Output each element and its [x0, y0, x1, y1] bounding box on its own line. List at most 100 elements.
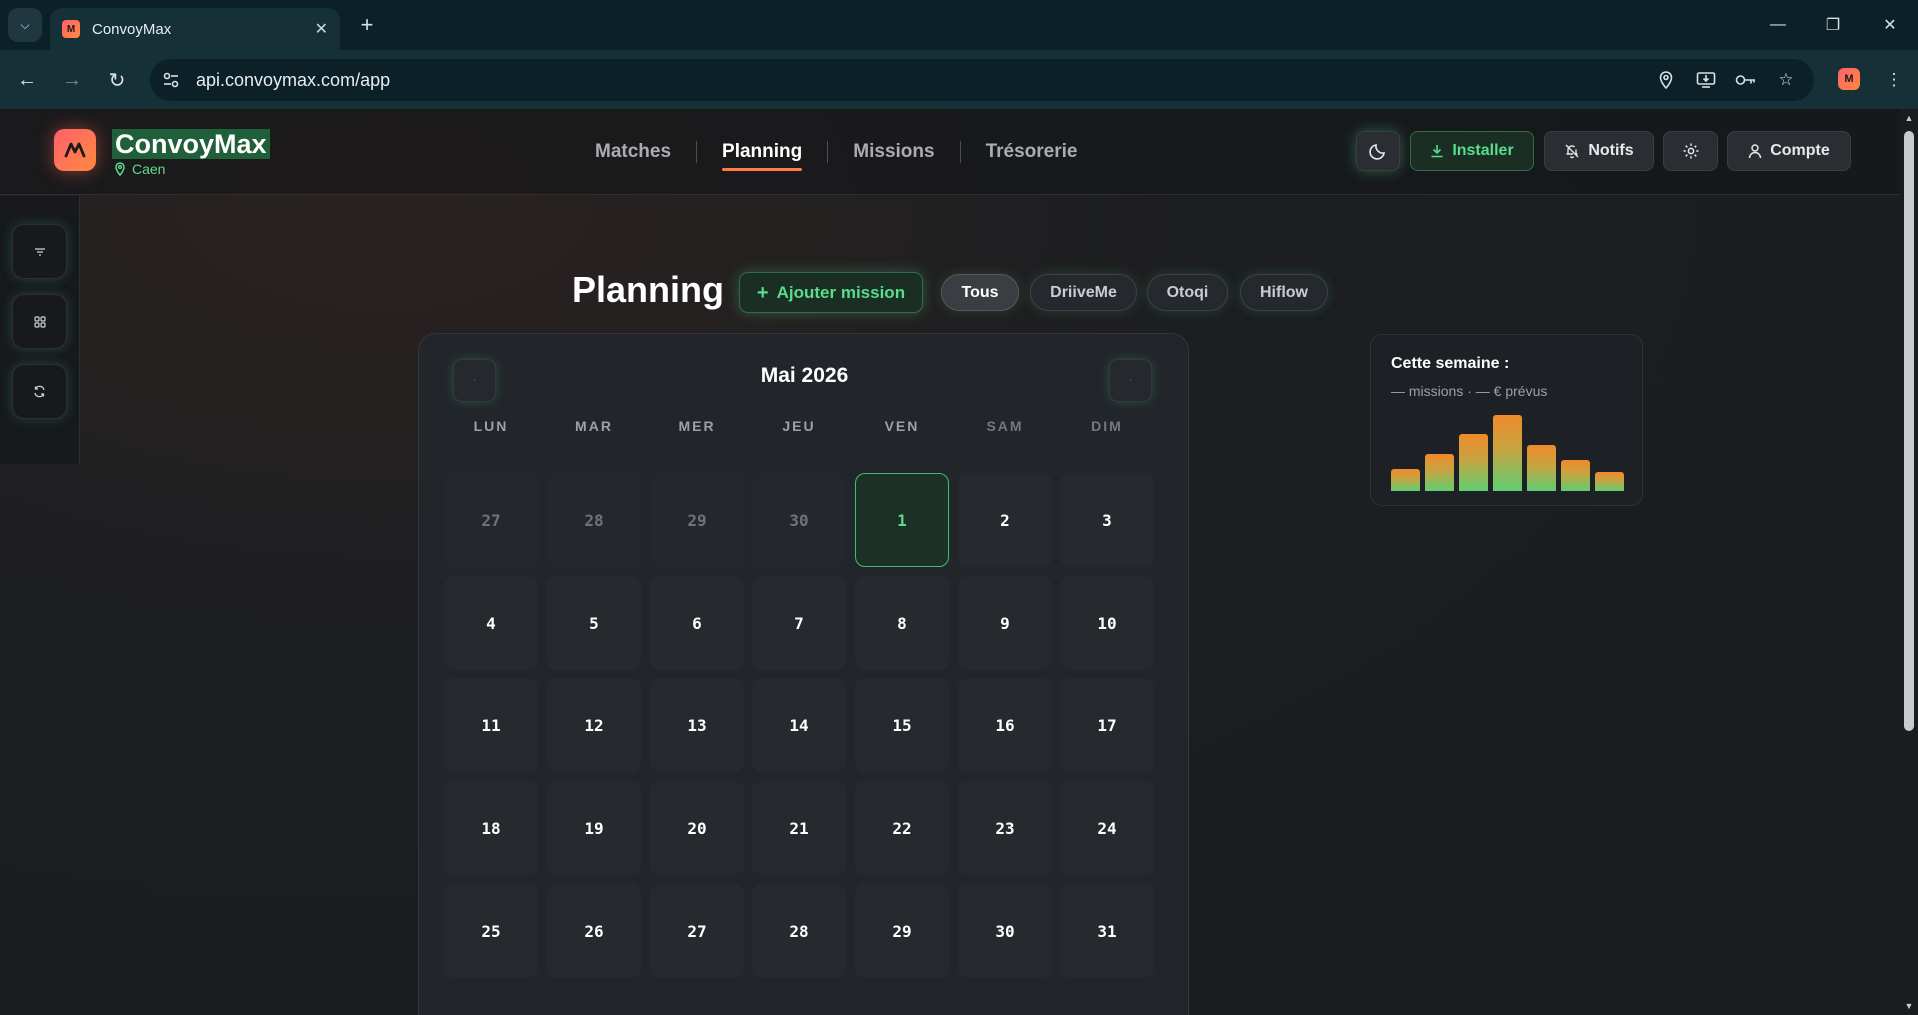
minimize-window-button[interactable]: — [1758, 10, 1798, 40]
nav-matches[interactable]: Matches [570, 141, 696, 163]
weekday-header: VEN [884, 418, 920, 434]
nav-planning[interactable]: Planning [697, 141, 827, 171]
calendar-day[interactable]: 5 [547, 576, 641, 670]
calendar-day[interactable]: 18 [444, 781, 538, 875]
week-summary-subtitle: — missions · — € prévus [1391, 383, 1548, 399]
filter-chip-driiveme[interactable]: DriiveMe [1030, 274, 1137, 311]
calendar-day[interactable]: 7 [752, 576, 846, 670]
close-window-button[interactable]: ✕ [1870, 10, 1910, 40]
install-label: Installer [1452, 142, 1514, 159]
refresh-button[interactable] [12, 364, 67, 419]
restore-window-button[interactable]: ❐ [1813, 10, 1853, 40]
plus-icon: + [756, 281, 769, 304]
calendar-day[interactable]: 16 [958, 678, 1052, 772]
calendar-day[interactable]: 13 [650, 678, 744, 772]
calendar-day[interactable]: 20 [650, 781, 744, 875]
app-root: ConvoyMax Caen Matches Planning Missions… [0, 109, 1918, 1015]
location-label[interactable]: Caen [114, 161, 165, 177]
install-button[interactable]: Installer [1410, 131, 1534, 171]
week-bar-chart [1391, 415, 1625, 491]
calendar-day[interactable]: 12 [547, 678, 641, 772]
next-month-button[interactable]: · [1109, 359, 1152, 402]
grid-icon [33, 315, 46, 328]
settings-button[interactable] [1663, 131, 1718, 171]
calendar-day[interactable]: 14 [752, 678, 846, 772]
week-bar [1425, 454, 1454, 491]
extension-icon[interactable]: M [1838, 68, 1860, 90]
calendar-day[interactable]: 21 [752, 781, 846, 875]
calendar-day[interactable]: 28 [547, 473, 641, 567]
filter-button[interactable] [12, 224, 67, 279]
filter-chip-tous[interactable]: Tous [941, 274, 1019, 311]
calendar-day[interactable]: 10 [1060, 576, 1154, 670]
calendar-day[interactable]: 2 [958, 473, 1052, 567]
calendar-day[interactable]: 9 [958, 576, 1052, 670]
address-bar[interactable]: api.convoymax.com/app [150, 59, 1814, 101]
scroll-down-arrow-icon[interactable]: ▼ [1904, 1001, 1914, 1011]
chevron-right-icon: · [1128, 375, 1133, 386]
calendar-day[interactable]: 22 [855, 781, 949, 875]
calendar-day[interactable]: 27 [650, 884, 744, 978]
calendar-day[interactable]: 19 [547, 781, 641, 875]
new-tab-button[interactable]: + [352, 10, 382, 40]
brand-logo-icon[interactable] [54, 129, 96, 171]
browser-tab[interactable]: M ConvoyMax ✕ [50, 8, 340, 50]
grid-view-button[interactable] [12, 294, 67, 349]
scroll-thumb[interactable] [1904, 131, 1914, 731]
calendar-day-today[interactable]: 1 [855, 473, 949, 567]
calendar-day[interactable]: 8 [855, 576, 949, 670]
calendar-day[interactable]: 29 [855, 884, 949, 978]
calendar-day[interactable]: 11 [444, 678, 538, 772]
account-button[interactable]: Compte [1727, 131, 1851, 171]
tab-search-button[interactable]: ⌵ [8, 8, 42, 42]
chevron-down-icon: ⌵ [20, 17, 30, 32]
notifications-button[interactable]: Notifs [1544, 131, 1654, 171]
calendar-day[interactable]: 25 [444, 884, 538, 978]
reload-button[interactable]: ↻ [101, 64, 133, 96]
calendar-day[interactable]: 15 [855, 678, 949, 772]
close-tab-icon[interactable]: ✕ [315, 19, 328, 39]
page-scrollbar[interactable]: ▲ ▼ [1900, 109, 1918, 1015]
weekday-header: SAM [986, 418, 1024, 434]
calendar-day[interactable]: 6 [650, 576, 744, 670]
calendar-day[interactable]: 4 [444, 576, 538, 670]
location-pin-icon[interactable] [1650, 64, 1682, 96]
add-mission-button[interactable]: + Ajouter mission [739, 272, 923, 313]
weekday-header: LUN [473, 418, 509, 434]
theme-toggle-button[interactable] [1356, 131, 1400, 171]
calendar-day[interactable]: 28 [752, 884, 846, 978]
calendar-day[interactable]: 3 [1060, 473, 1154, 567]
browser-menu-icon[interactable]: ⋮ [1878, 64, 1910, 96]
nav-tresorerie[interactable]: Trésorerie [961, 141, 1103, 163]
weekday-header: MAR [575, 418, 613, 434]
nav-missions[interactable]: Missions [828, 141, 959, 163]
back-button[interactable]: ← [11, 64, 43, 96]
notifications-label: Notifs [1588, 142, 1634, 159]
install-app-icon[interactable] [1690, 64, 1722, 96]
filter-chip-otoqi[interactable]: Otoqi [1147, 274, 1228, 311]
week-summary-card: Cette semaine : — missions · — € prévus [1370, 334, 1643, 506]
filter-chip-hiflow[interactable]: Hiflow [1240, 274, 1328, 311]
calendar-day[interactable]: 17 [1060, 678, 1154, 772]
site-info-icon[interactable] [155, 64, 187, 96]
calendar-month-title: Mai 2026 [760, 364, 849, 387]
left-toolbar [0, 196, 80, 464]
calendar-day[interactable]: 27 [444, 473, 538, 567]
calendar-day[interactable]: 26 [547, 884, 641, 978]
calendar-day[interactable]: 30 [958, 884, 1052, 978]
calendar-day[interactable]: 29 [650, 473, 744, 567]
calendar-day[interactable]: 31 [1060, 884, 1154, 978]
forward-button[interactable]: → [56, 64, 88, 96]
browser-tab-bar: ⌵ M ConvoyMax ✕ + — ❐ ✕ [0, 0, 1918, 50]
calendar-day[interactable]: 24 [1060, 781, 1154, 875]
user-icon [1748, 144, 1762, 159]
calendar-day[interactable]: 30 [752, 473, 846, 567]
bookmark-star-icon[interactable]: ☆ [1770, 64, 1802, 96]
scroll-up-arrow-icon[interactable]: ▲ [1904, 113, 1914, 123]
address-url[interactable]: api.convoymax.com/app [196, 70, 390, 91]
month-calendar: · Mai 2026 · LUN MAR MER JEU VEN SAM DIM 27 28 29… [418, 333, 1189, 1015]
password-key-icon[interactable] [1730, 64, 1762, 96]
calendar-day[interactable]: 23 [958, 781, 1052, 875]
weekday-header: MER [678, 418, 716, 434]
add-mission-label: Ajouter mission [776, 282, 906, 302]
